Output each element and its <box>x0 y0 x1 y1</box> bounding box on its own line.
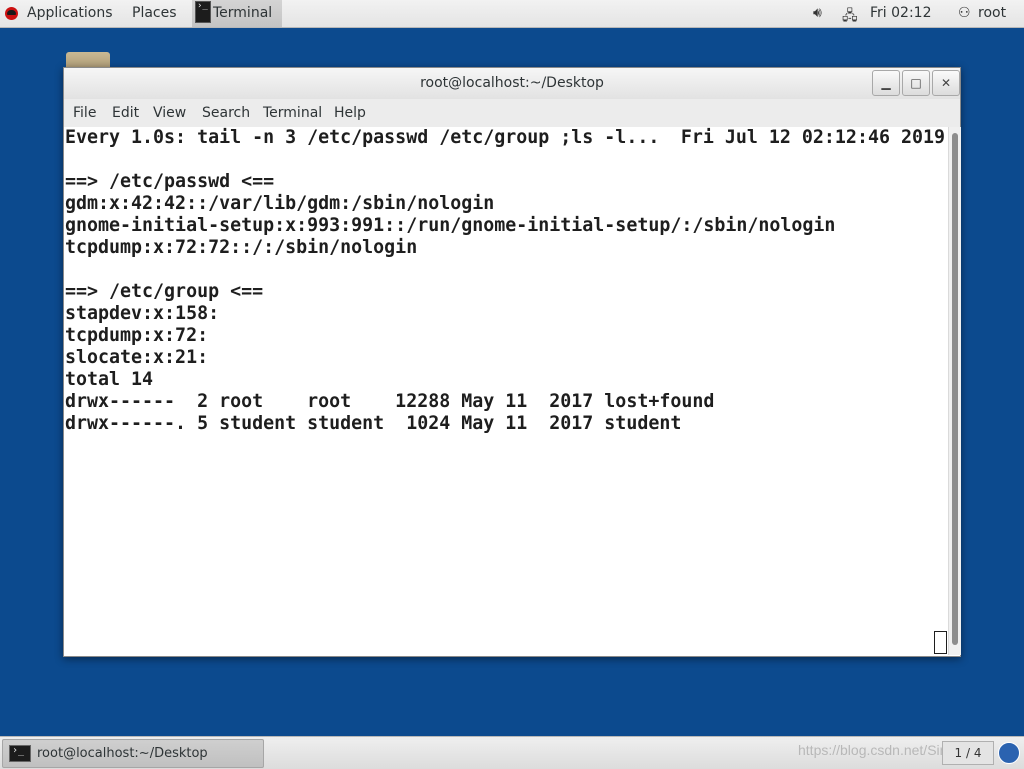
menu-edit[interactable]: Edit <box>112 99 139 127</box>
workspace-indicator[interactable]: 1 / 4 <box>942 741 994 765</box>
terminal-window: root@localhost:~/Desktop ▁ □ ✕ File Edit… <box>63 67 961 657</box>
terminal-cursor <box>934 631 947 654</box>
window-titlebar[interactable]: root@localhost:~/Desktop ▁ □ ✕ <box>64 68 960 100</box>
menu-help[interactable]: Help <box>334 99 366 127</box>
menu-terminal[interactable]: Terminal <box>263 99 322 127</box>
terminal-line: slocate:x:21: <box>65 347 209 368</box>
terminal-line: gdm:x:42:42::/var/lib/gdm:/sbin/nologin <box>65 193 495 214</box>
terminal-line: ==> /etc/passwd <== <box>65 171 275 192</box>
menu-search[interactable]: Search <box>202 99 250 127</box>
places-menu[interactable]: Places <box>132 0 177 27</box>
terminal-line: drwx------. 5 student student 1024 May 1… <box>65 413 682 434</box>
terminal-line: drwx------ 2 root root 12288 May 11 2017… <box>65 391 715 412</box>
window-title: root@localhost:~/Desktop <box>420 75 604 91</box>
terminal-line: tcpdump:x:72: <box>65 325 209 346</box>
taskbar-window-button[interactable]: root@localhost:~/Desktop <box>2 739 264 768</box>
taskbar-window-label: root@localhost:~/Desktop <box>37 746 208 761</box>
watch-header-timestamp: Fri Jul 12 02:12:46 2019 <box>680 127 945 148</box>
top-panel: Applications Places Terminal 🔊︎ 🖧︎ Fri 0… <box>0 0 1024 28</box>
terminal-line: gnome-initial-setup:x:993:991::/run/gnom… <box>65 215 836 236</box>
applications-menu[interactable]: Applications <box>27 0 113 27</box>
minimize-button[interactable]: ▁ <box>872 70 900 96</box>
clock[interactable]: Fri 02:12 <box>870 0 931 27</box>
terminal-output[interactable]: Every 1.0s: tail -n 3 /etc/passwd /etc/g… <box>64 127 948 655</box>
terminal-line: total 14 <box>65 369 154 390</box>
network-icon[interactable]: 🖧︎ <box>842 5 858 29</box>
menu-view[interactable]: View <box>153 99 186 127</box>
menubar: File Edit View Search Terminal Help <box>64 99 960 127</box>
menu-file[interactable]: File <box>73 99 96 127</box>
terminal-line: ==> /etc/group <== <box>65 281 264 302</box>
terminal-line: tcpdump:x:72:72::/:/sbin/nologin <box>65 237 418 258</box>
workspace-switcher-icon[interactable] <box>998 742 1020 764</box>
scrollbar-thumb[interactable] <box>952 133 958 645</box>
terminal-line: stapdev:x:158: <box>65 303 220 324</box>
active-app-label[interactable]: Terminal <box>213 0 272 27</box>
terminal-scrollbar[interactable] <box>948 127 961 655</box>
user-icon[interactable]: ⚇ <box>958 5 971 21</box>
terminal-icon <box>195 1 211 23</box>
maximize-button[interactable]: □ <box>902 70 930 96</box>
user-menu[interactable]: root <box>978 0 1006 27</box>
redhat-logo-icon <box>5 7 18 20</box>
watch-header-command: Every 1.0s: tail -n 3 /etc/passwd /etc/g… <box>65 127 660 148</box>
close-button[interactable]: ✕ <box>932 70 960 96</box>
terminal-icon <box>9 745 31 762</box>
volume-icon[interactable]: 🔊︎ <box>813 5 822 21</box>
